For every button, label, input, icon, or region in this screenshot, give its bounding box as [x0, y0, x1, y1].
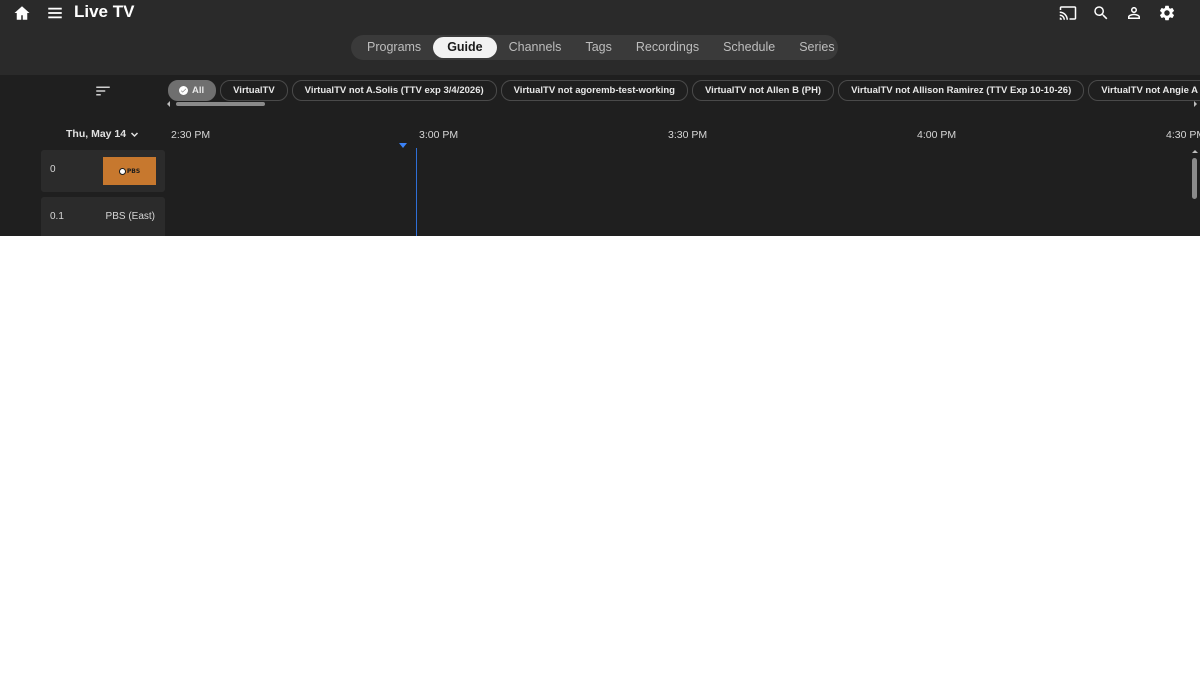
filter-chip-all[interactable]: All: [168, 80, 217, 101]
scroll-up-arrow-icon[interactable]: [1192, 150, 1198, 153]
date-picker[interactable]: Thu, May 14: [66, 128, 139, 140]
settings-icon[interactable]: [1155, 1, 1179, 25]
time-slot-label: 2:30 PM: [171, 129, 211, 141]
filter-chip[interactable]: VirtualTV not Angie A (PH): [1088, 80, 1200, 101]
tab-series[interactable]: Series: [787, 37, 846, 58]
horizontal-scrollbar-thumb[interactable]: [176, 102, 265, 106]
tab-schedule[interactable]: Schedule: [711, 37, 787, 58]
channel-number: 0.1: [50, 211, 64, 222]
channel-cell[interactable]: 0 PBS: [41, 150, 165, 192]
cast-icon[interactable]: [1056, 1, 1080, 25]
tab-recordings[interactable]: Recordings: [624, 37, 711, 58]
page-title: Live TV: [74, 2, 135, 21]
channel-number: 0: [50, 164, 56, 175]
filter-chip-label: All: [192, 85, 205, 96]
filter-chip[interactable]: VirtualTV: [220, 80, 288, 101]
filter-chip[interactable]: VirtualTV not Allen B (PH): [691, 80, 835, 101]
filter-chip[interactable]: VirtualTV not agoremb-test-working: [500, 80, 688, 101]
tab-programs[interactable]: Programs: [355, 37, 433, 58]
channel-logo: PBS: [103, 157, 156, 185]
search-icon[interactable]: [1089, 1, 1113, 25]
tab-tags[interactable]: Tags: [573, 37, 623, 58]
date-label: Thu, May 14: [66, 128, 127, 140]
time-slot-label: 4:00 PM: [917, 129, 957, 141]
chevron-down-icon: [131, 131, 139, 137]
current-time-marker: [399, 143, 407, 148]
filter-chip[interactable]: VirtualTV not Allison Ramirez (TTV Exp 1…: [838, 80, 1085, 101]
scroll-left-arrow-icon[interactable]: [167, 101, 170, 107]
scroll-right-arrow-icon[interactable]: [1194, 101, 1197, 107]
sort-icon[interactable]: [94, 82, 112, 100]
check-icon: [179, 86, 188, 95]
current-time-line: [416, 148, 417, 236]
time-slot-label: 3:30 PM: [668, 129, 708, 141]
home-icon[interactable]: [10, 1, 34, 25]
vertical-scrollbar-thumb[interactable]: [1192, 158, 1197, 199]
tab-guide[interactable]: Guide: [433, 37, 497, 58]
channel-name: PBS (East): [105, 211, 155, 222]
time-slot-label: 3:00 PM: [419, 129, 459, 141]
live-tv-app: Live TV Programs Guide Channels Tags Rec…: [0, 0, 1200, 236]
menu-icon[interactable]: [43, 1, 67, 25]
top-header: Live TV Programs Guide Channels Tags Rec…: [0, 0, 1200, 75]
view-tabs: Programs Guide Channels Tags Recordings …: [351, 35, 838, 60]
tab-channels[interactable]: Channels: [497, 37, 574, 58]
pbs-logo-icon: PBS: [118, 167, 140, 175]
channel-cell[interactable]: 0.1 PBS (East): [41, 197, 165, 236]
user-icon[interactable]: [1122, 1, 1146, 25]
filter-chip[interactable]: VirtualTV not A.Solis (TTV exp 3/4/2026): [291, 80, 497, 101]
filter-chip-row: All VirtualTV VirtualTV not A.Solis (TTV…: [168, 80, 1200, 101]
time-slot-label: 4:30 PM: [1166, 129, 1200, 141]
